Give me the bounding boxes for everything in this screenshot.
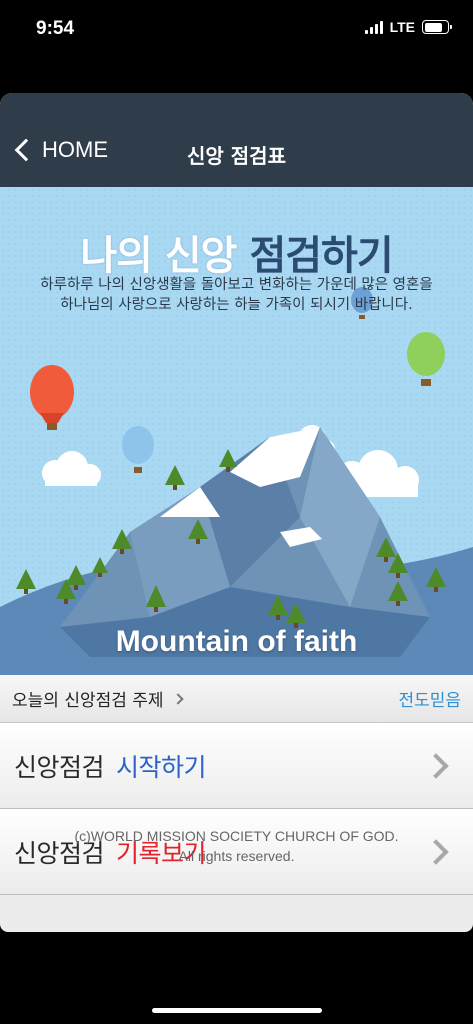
battery-level (424, 22, 443, 32)
banner-title: 나의 신앙 점검하기 (0, 223, 473, 281)
copyright: (c)WORLD MISSION SOCIETY CHURCH OF GOD. … (0, 826, 473, 866)
banner-description: 하루하루 나의 신앙생활을 돌아보고 변화하는 가운데 많은 영혼을 하나님의 … (40, 277, 433, 313)
status-bar: 9:54 LTE (0, 0, 473, 60)
banner-title-part2: 점검하기 (249, 233, 393, 279)
page-title: 신앙 점검표 (187, 144, 286, 168)
menu-action-start: 시작하기 (116, 752, 207, 782)
battery-icon (422, 20, 452, 34)
chevron-right-icon (171, 692, 184, 705)
faith-banner: 나의 신앙 점검하기 하루하루 나의 신앙생활을 돌아보고 변화하는 가운데 많… (0, 187, 473, 675)
menu-label: 신앙점검 (14, 752, 105, 782)
home-indicator[interactable] (152, 1008, 322, 1013)
topic-label: 오늘의 신앙점검 주제 (12, 691, 164, 711)
start-check-button[interactable]: 신앙점검 시작하기 (0, 723, 473, 809)
chevron-right-icon (423, 752, 449, 779)
today-topic-row[interactable]: 오늘의 신앙점검 주제 전도믿음 (0, 675, 473, 723)
app-window: HOME 신앙 점검표 나의 신앙 점검하기 하루하루 나의 신앙생활을 돌아보… (0, 93, 473, 932)
topic-value: 전도믿음 (398, 691, 461, 711)
network-type: LTE (389, 19, 415, 35)
banner-title-part1: 나의 신앙 (80, 233, 237, 279)
status-time: 9:54 (36, 18, 75, 39)
copyright-line2: All rights reserved. (178, 848, 295, 864)
copyright-line1: (c)WORLD MISSION SOCIETY CHURCH OF GOD. (74, 828, 399, 844)
navbar: HOME 신앙 점검표 (0, 93, 473, 187)
banner-caption: Mountain of faith (115, 625, 358, 658)
status-indicators: LTE (364, 19, 452, 35)
signal-icon (364, 20, 383, 34)
